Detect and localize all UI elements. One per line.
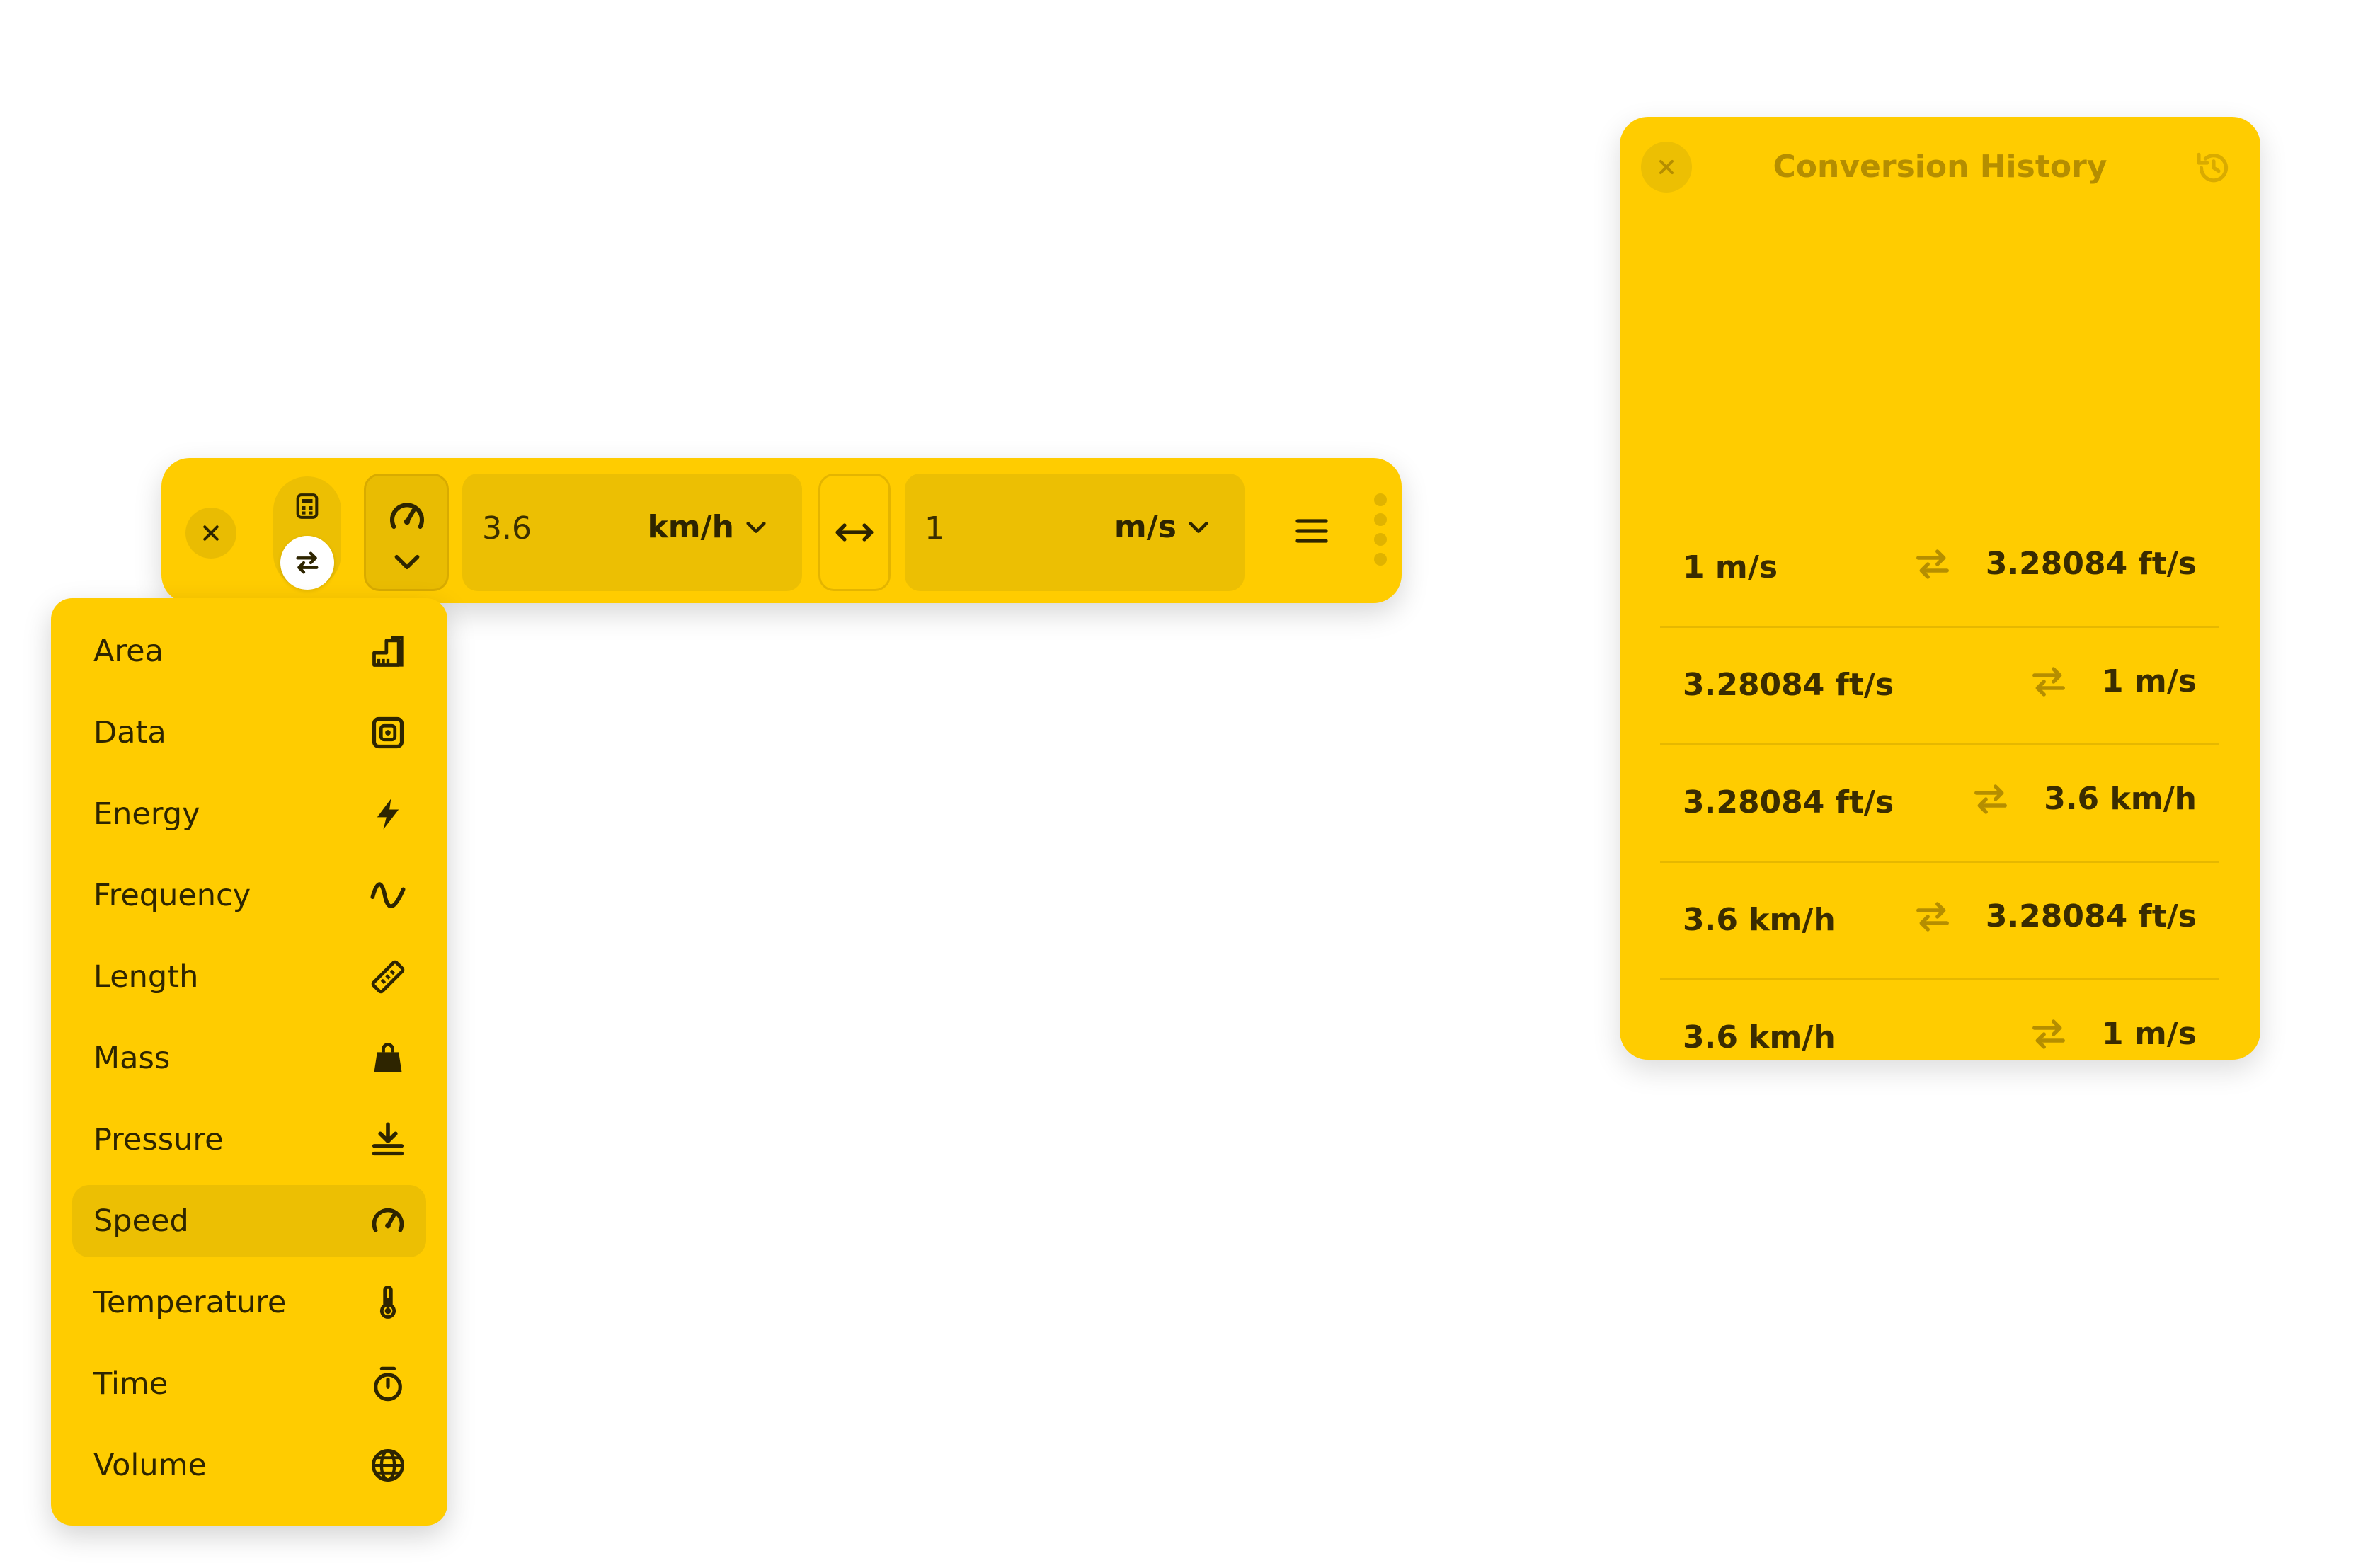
history-to: 1 m/s	[2101, 663, 2197, 699]
thermometer-icon	[379, 1285, 396, 1319]
history-from: 1 m/s	[1683, 549, 1778, 585]
history-to: 3.6 km/h	[2044, 781, 2197, 817]
from-value-input[interactable]: 3.6	[482, 510, 532, 546]
category-label: Speed	[93, 1203, 189, 1239]
close-button[interactable]	[185, 508, 236, 559]
from-unit-select[interactable]: km/h	[647, 509, 768, 545]
swap-arrows-icon	[1916, 901, 1949, 932]
category-item-frequency[interactable]: Frequency	[72, 859, 426, 932]
history-from: 3.28084 ft/s	[1683, 784, 1894, 820]
category-item-time[interactable]: Time	[72, 1348, 426, 1420]
to-unit-select[interactable]: m/s	[1114, 509, 1211, 545]
wave-icon	[370, 882, 406, 908]
from-field[interactable]: 3.6 km/h	[462, 474, 802, 591]
globe-icon	[372, 1449, 404, 1482]
swap-units-button[interactable]	[818, 474, 891, 591]
category-dropdown: Area Data Energy Frequency Length Mass P…	[51, 598, 447, 1526]
history-row[interactable]: 3.6 km/h 1 m/s	[1660, 980, 2219, 1098]
chevron-down-icon	[394, 554, 420, 570]
category-item-speed[interactable]: Speed	[72, 1185, 426, 1257]
category-label: Length	[93, 959, 199, 995]
area-icon	[372, 636, 404, 667]
history-row[interactable]: 1 m/s 3.28084 ft/s	[1660, 510, 2219, 628]
from-unit-label: km/h	[647, 509, 734, 545]
category-label: Mass	[93, 1041, 171, 1076]
category-item-energy[interactable]: Energy	[72, 778, 426, 850]
swap-arrows-icon	[296, 551, 319, 574]
category-label: Volume	[93, 1448, 207, 1483]
swap-arrows-icon	[1974, 784, 2008, 814]
to-field[interactable]: 1 m/s	[905, 474, 1245, 591]
stopwatch-icon	[374, 1366, 402, 1402]
category-label: Data	[93, 715, 166, 750]
category-item-length[interactable]: Length	[72, 941, 426, 1013]
category-label: Area	[93, 634, 164, 669]
close-icon	[203, 525, 219, 541]
category-item-temperature[interactable]: Temperature	[72, 1266, 426, 1339]
grip-dot	[1374, 553, 1387, 566]
category-item-data[interactable]: Data	[72, 697, 426, 769]
category-label: Energy	[93, 796, 200, 832]
to-unit-label: m/s	[1114, 509, 1177, 545]
history-row-right: 3.6 km/h	[1972, 781, 2197, 817]
hamburger-menu-icon	[1295, 519, 1328, 543]
history-from: 3.6 km/h	[1683, 1019, 1836, 1055]
mode-toggle[interactable]	[273, 476, 341, 590]
conversion-history-panel: Conversion History 1 m/s 3.28084 ft/s 3.…	[1620, 117, 2260, 1060]
weight-icon	[374, 1043, 402, 1072]
calculator-icon[interactable]	[293, 492, 321, 520]
history-row[interactable]: 3.28084 ft/s 1 m/s	[1660, 628, 2219, 745]
category-label: Temperature	[93, 1285, 287, 1320]
gauge-icon	[372, 1208, 404, 1232]
swap-horizontal-icon	[835, 523, 874, 542]
history-restore-icon[interactable]	[2194, 148, 2233, 188]
history-title: Conversion History	[1773, 149, 2107, 185]
category-item-mass[interactable]: Mass	[72, 1022, 426, 1094]
lightning-icon	[377, 799, 399, 830]
grip-dot	[1374, 533, 1387, 546]
drag-handle[interactable]	[1372, 493, 1389, 571]
history-from: 3.28084 ft/s	[1683, 667, 1894, 703]
category-item-volume[interactable]: Volume	[72, 1429, 426, 1501]
category-label: Frequency	[93, 878, 251, 913]
history-to: 3.28084 ft/s	[1985, 898, 2197, 934]
menu-button[interactable]	[1287, 506, 1337, 556]
ruler-icon	[371, 960, 405, 994]
category-select-button[interactable]	[364, 474, 449, 591]
swap-arrows-icon	[2032, 1019, 2065, 1049]
category-item-area[interactable]: Area	[72, 615, 426, 687]
history-row-right: 3.28084 ft/s	[1914, 898, 2197, 934]
history-row-right: 1 m/s	[2030, 663, 2197, 699]
pressure-icon	[372, 1122, 404, 1156]
chevron-down-icon	[746, 521, 766, 533]
converter-bar: 3.6 km/h 1 m/s	[161, 458, 1402, 603]
history-row[interactable]: 3.6 km/h 3.28084 ft/s	[1660, 863, 2219, 980]
history-from: 3.6 km/h	[1683, 902, 1836, 938]
history-to: 1 m/s	[2101, 1016, 2197, 1052]
to-value-input[interactable]: 1	[925, 510, 944, 546]
history-row[interactable]: 3.28084 ft/s 3.6 km/h	[1660, 745, 2219, 863]
swap-arrows-icon	[2032, 666, 2065, 697]
history-row-right: 1 m/s	[2030, 1016, 2197, 1052]
history-to: 3.28084 ft/s	[1985, 546, 2197, 582]
history-row-right: 3.28084 ft/s	[1914, 546, 2197, 582]
data-icon	[372, 716, 404, 749]
grip-dot	[1374, 493, 1387, 506]
chevron-down-icon	[1189, 521, 1208, 533]
category-item-pressure[interactable]: Pressure	[72, 1104, 426, 1176]
grip-dot	[1374, 513, 1387, 526]
category-label: Pressure	[93, 1122, 224, 1157]
gauge-icon	[390, 503, 424, 530]
converter-mode-button[interactable]	[280, 536, 334, 590]
swap-arrows-icon	[1916, 549, 1949, 579]
category-label: Time	[93, 1366, 168, 1402]
